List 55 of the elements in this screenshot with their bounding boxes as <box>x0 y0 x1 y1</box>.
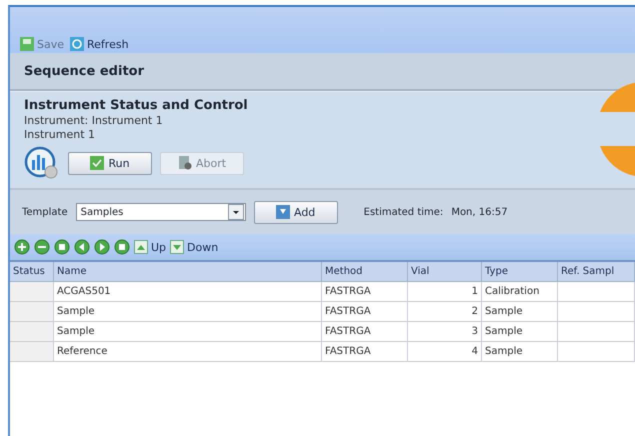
column-header[interactable]: Name <box>54 262 322 282</box>
table-cell: 4 <box>408 342 482 362</box>
previous-button[interactable] <box>74 239 90 255</box>
table-cell: 3 <box>408 322 482 342</box>
add-icon <box>14 239 30 255</box>
estimated-time-value: Mon, 16:57 <box>451 206 508 218</box>
previous-icon <box>74 239 90 255</box>
column-header[interactable]: Status <box>10 262 54 282</box>
status-cell <box>10 322 54 342</box>
run-icon <box>90 156 104 170</box>
status-cell <box>10 302 54 322</box>
table-cell: Sample <box>482 342 558 362</box>
import-icon <box>276 205 290 219</box>
section-header: Sequence editor <box>10 53 635 91</box>
table-cell: ACGAS501 <box>54 282 322 302</box>
table-cell: FASTRGA <box>322 302 408 322</box>
column-header[interactable]: Vial <box>408 262 482 282</box>
table-cell: 1 <box>408 282 482 302</box>
instrument-name: Instrument 1 <box>24 128 96 141</box>
move-down-button[interactable]: Down <box>170 240 218 254</box>
next-icon <box>94 239 110 255</box>
template-label: Template <box>22 206 68 218</box>
table-cell: FASTRGA <box>322 342 408 362</box>
move-up-button[interactable]: Up <box>134 240 166 254</box>
document-gear-icon <box>178 156 192 170</box>
estimated-time-label: Estimated time: <box>364 206 444 218</box>
caret-icon <box>228 204 244 220</box>
table-cell: Sample <box>482 302 558 322</box>
panel-title: Instrument Status and Control <box>24 98 249 113</box>
table-cell: Sample <box>54 302 322 322</box>
column-header[interactable]: Method <box>322 262 408 282</box>
table-cell: Calibration <box>482 282 558 302</box>
save-icon <box>20 37 34 51</box>
template-dropdown[interactable]: Samples <box>76 203 246 221</box>
table-cell: Sample <box>54 322 322 342</box>
table-cell: FASTRGA <box>322 322 408 342</box>
circle-mark-icon <box>600 82 635 176</box>
column-header[interactable]: Type <box>482 262 558 282</box>
instrument-label: Instrument: Instrument 1 <box>24 114 164 127</box>
next-button[interactable] <box>94 239 110 255</box>
refresh-button[interactable]: Refresh <box>70 37 129 51</box>
status-cell <box>10 282 54 302</box>
table-cell: Sample <box>482 322 558 342</box>
run-button[interactable]: Run <box>68 152 152 174</box>
add-button[interactable]: Add <box>254 200 338 224</box>
instrument-status-icon <box>24 146 60 180</box>
table-cell: FASTRGA <box>322 282 408 302</box>
refresh-icon <box>70 37 84 51</box>
table-cell: Reference <box>54 342 322 362</box>
status-cell <box>10 342 54 362</box>
table-cell: 2 <box>408 302 482 322</box>
remove-icon <box>34 239 50 255</box>
column-header[interactable]: Ref. Sampl <box>558 262 635 282</box>
remove-button[interactable] <box>34 239 50 255</box>
add-button[interactable] <box>14 239 30 255</box>
